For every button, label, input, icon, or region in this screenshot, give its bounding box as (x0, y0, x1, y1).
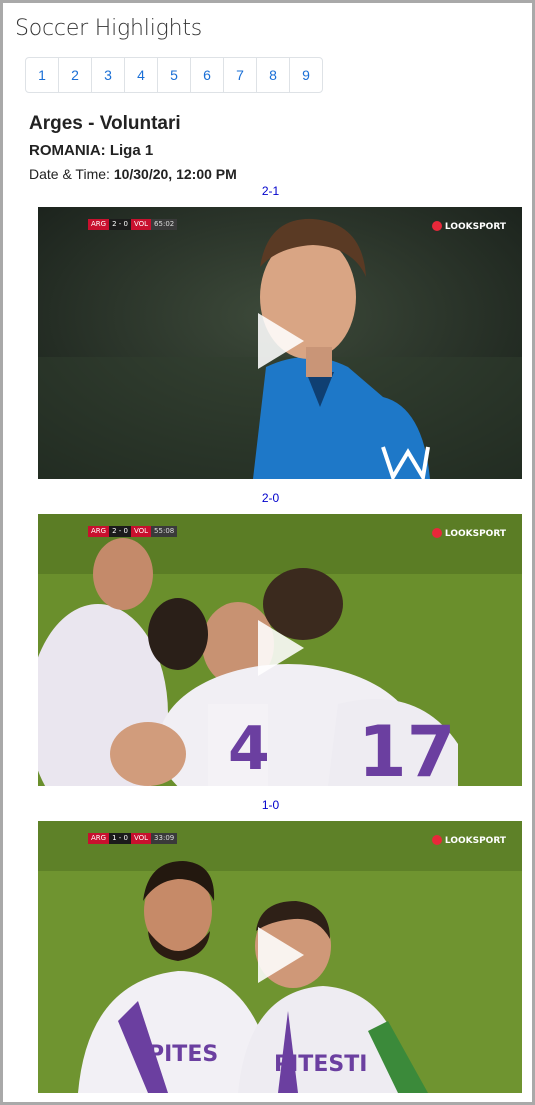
video-3-score-label[interactable]: 1-0 (3, 798, 535, 812)
video-3-scorebug: ARG 1 - 0 VOL 33:09 (88, 833, 178, 844)
broadcaster-logo: LOOKSPORT (431, 528, 506, 539)
match-clock: 33:09 (151, 833, 178, 844)
match-score: 2 - 0 (109, 219, 131, 230)
video-player-1[interactable]: ARG 2 - 0 VOL 65:02 LOOKSPORT (38, 207, 522, 479)
match-title: Arges - Voluntari (29, 113, 181, 134)
broadcaster-name: LOOKSPORT (444, 836, 506, 846)
home-team: ARG (88, 219, 110, 230)
page-link-9[interactable]: 9 (289, 58, 322, 92)
broadcaster-logo-icon (431, 221, 442, 231)
match-score: 1 - 0 (109, 833, 131, 844)
page-link-6[interactable]: 6 (190, 58, 223, 92)
league-name: ROMANIA: Liga 1 (29, 142, 154, 159)
video-1-score-label[interactable]: 2-1 (3, 184, 535, 198)
match-score: 2 - 0 (109, 526, 131, 537)
play-icon[interactable] (258, 313, 304, 369)
broadcaster-logo-icon (431, 528, 442, 538)
page-link-7[interactable]: 7 (223, 58, 256, 92)
datetime-label: Date & Time: (29, 166, 110, 182)
shirt-sponsor-graphic-2: PITESTI (274, 1052, 367, 1077)
home-team: ARG (88, 833, 110, 844)
shirt-number-graphic-2: 4 (228, 714, 270, 784)
broadcaster-logo: LOOKSPORT (431, 835, 506, 846)
play-icon[interactable] (258, 620, 304, 676)
datetime-value: 10/30/20, 12:00 PM (113, 166, 237, 182)
video-player-3[interactable]: PITES PITESTI ARG 1 - 0 VOL 33:09 LOOKSP… (38, 821, 522, 1093)
away-team: VOL (130, 833, 152, 844)
page-link-1[interactable]: 1 (26, 58, 58, 92)
video-2-scorebug: ARG 2 - 0 VOL 55:08 (88, 526, 178, 537)
page-link-2[interactable]: 2 (58, 58, 91, 92)
broadcaster-name: LOOKSPORT (444, 529, 506, 539)
video-player-2[interactable]: 17 4 ARG 2 - 0 VOL 55:08 LOOKSPORT (38, 514, 522, 786)
match-clock: 65:02 (151, 219, 178, 230)
page-link-8[interactable]: 8 (256, 58, 289, 92)
page-frame: Soccer Highlights 1 2 3 4 5 6 7 8 9 Arge… (0, 0, 535, 1105)
match-clock: 55:08 (151, 526, 178, 537)
page-link-4[interactable]: 4 (124, 58, 157, 92)
video-1-scorebug: ARG 2 - 0 VOL 65:02 (88, 219, 178, 230)
broadcaster-logo: LOOKSPORT (431, 221, 506, 232)
broadcaster-logo-icon (431, 835, 442, 845)
pagination: 1 2 3 4 5 6 7 8 9 (25, 57, 323, 93)
match-datetime: Date & Time: 10/30/20, 12:00 PM (29, 166, 237, 182)
broadcaster-name: LOOKSPORT (444, 222, 506, 232)
away-team: VOL (130, 219, 152, 230)
away-team: VOL (130, 526, 152, 537)
page-link-3[interactable]: 3 (91, 58, 124, 92)
page-link-5[interactable]: 5 (157, 58, 190, 92)
video-2-score-label[interactable]: 2-0 (3, 491, 535, 505)
home-team: ARG (88, 526, 110, 537)
shirt-number-graphic: 17 (358, 711, 455, 786)
play-icon[interactable] (258, 927, 304, 983)
page-title: Soccer Highlights (15, 16, 203, 41)
shirt-sponsor-graphic: PITES (148, 1042, 218, 1067)
